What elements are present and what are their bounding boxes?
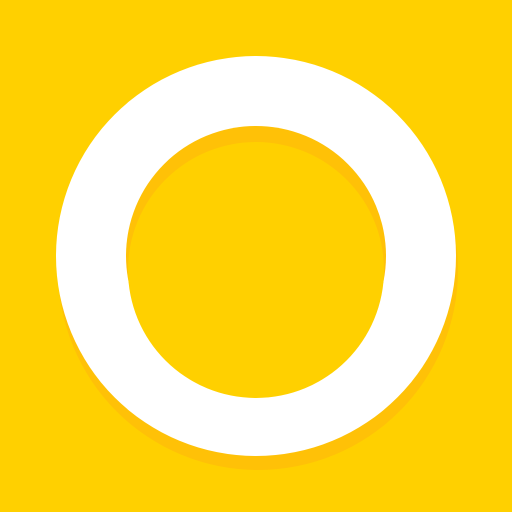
ring-logo-icon [0,0,512,512]
app-icon [0,0,512,512]
ring-hole [128,142,384,398]
